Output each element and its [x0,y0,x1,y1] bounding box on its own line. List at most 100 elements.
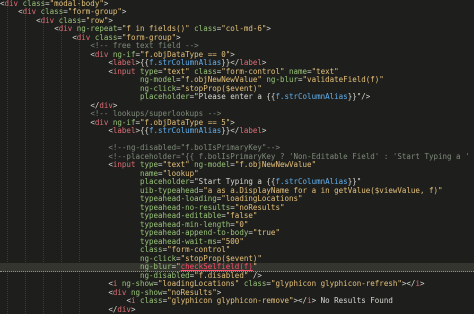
code-line[interactable]: <div class="form-group"> [0,34,474,42]
code-token: "loadingLocations" [158,280,240,289]
code-token: }} [221,127,231,136]
code-token: "f in fields()" [121,25,190,34]
code-token: ng-disabled [139,271,190,280]
code-token: typeahead-no-results [139,203,231,212]
code-token: {{ [139,59,150,68]
code-token: div [94,50,109,59]
code-token: "col-md-6" [221,25,267,34]
code-line[interactable]: <!--placeholder="{{ f.bolIsPrimaryKey ? … [0,153,474,161]
code-line[interactable]: typeahead-min-length="0" [0,221,474,229]
code-line[interactable]: <!-- free text field --> [0,42,474,50]
code-token: ng-show [117,280,154,289]
code-line[interactable]: placeholder="Start Typing a {{f.strColum… [0,178,474,186]
code-token: "0" [234,220,249,229]
code-token: "500" [221,237,244,246]
code-line[interactable]: ng-model="f.objNewNewValue" ng-blur="val… [0,76,474,84]
code-token: > [230,50,235,59]
code-token: "lookup" [162,169,199,178]
code-line[interactable]: <label>{{f.strColumnAlias}}</label> [0,127,474,135]
code-token: typeahead-append-to-body [139,229,249,238]
code-line[interactable]: <label>{{f.strColumnAlias}}</label> [0,59,474,67]
code-token: <!--placeholder="{{ f.bolIsPrimaryKey ? … [108,152,470,161]
code-token: {{ [139,127,150,136]
code-token: No Results Found [316,297,393,306]
code-token: type [135,67,159,76]
code-line[interactable]: ng-click="stopProp($event)" [0,255,474,263]
code-token: > [261,59,267,68]
code-token: typeahead-wait-ms [139,237,217,246]
code-line[interactable]: <!--ng-disabled="f.bolIsPrimaryKey"--> [0,144,474,152]
code-line[interactable]: </div> [0,306,474,314]
code-line[interactable]: <i ng-show="loadingLocations" class="gly… [0,280,474,288]
code-token: </ [90,101,100,110]
code-line[interactable]: <div class="modal-body"> [0,0,474,8]
code-token: /> [361,93,371,102]
code-token: "text" [162,161,190,170]
code-line[interactable]: <div class="form-group"> [0,8,474,16]
code-line[interactable]: name="lookup" [0,170,474,178]
code-token: "text" [162,67,190,76]
code-token: class [36,8,64,17]
code-line[interactable] [0,136,474,144]
code-line[interactable]: typeahead-no-results="noResults" [0,204,474,212]
code-line[interactable]: <div class="row"> [0,17,474,25]
code-token: "form-control" [221,67,285,76]
code-line[interactable]: typeahead-append-to-body="true" [0,229,474,237]
code-token: "false" [225,212,258,221]
code-token: class [135,297,163,306]
code-token: > [266,25,271,34]
code-line[interactable]: class="form-control" [0,246,474,254]
code-line[interactable]: <input type="text" class="form-control" … [0,68,474,76]
code-token: input [112,67,136,76]
code-token: "text" [311,67,339,76]
code-token: > [419,280,425,289]
code-token: "f.objNewNewValue" [180,76,262,85]
code-line[interactable]: <!-- lookups/superlookups --> [0,110,474,118]
code-line[interactable]: <div ng-repeat="f in fields()" class="co… [0,25,474,33]
code-line[interactable]: ng-click="stopProp($event)" [0,85,474,93]
code-line[interactable]: <div ng-if="f.objDataType == 0"> [0,51,474,59]
code-token: class [189,67,217,76]
code-line[interactable]: <div ng-show="noResults"> [0,289,474,297]
code-line[interactable]: </div> [0,102,474,110]
code-editor[interactable]: <div class="modal-body"> <div class="for… [0,0,474,314]
code-token: <!-- lookups/superlookups --> [90,110,222,119]
code-line[interactable]: typeahead-editable="false" [0,212,474,220]
code-line[interactable]: <i class="glyphicon glyphicon-remove"></… [0,297,474,305]
code-token: class [139,246,163,255]
code-line[interactable]: ng-blur="checkSelfield(f)" [0,263,474,272]
code-line[interactable]: <input type="text" ng-model="f.objNewNew… [0,161,474,169]
code-line[interactable]: placeholder="Please enter a {{f.strColum… [0,93,474,101]
code-token: class [54,16,82,25]
code-token: label [112,59,136,68]
code-line[interactable]: ng-disabled="f.disabled" /> [0,272,474,280]
code-token: div [76,33,91,42]
code-token: div [99,101,113,110]
code-token: > [103,0,109,8]
code-line[interactable]: typeahead-wait-ms="500" [0,238,474,246]
code-token: </ [230,59,240,68]
code-token: > [176,33,181,42]
code-token: > [112,101,118,110]
code-line[interactable]: typeahead-loading="loadingLocations" [0,195,474,203]
code-line[interactable]: uib-typeahead="a as a.DisplayName for a … [0,187,474,195]
code-line[interactable]: <div ng-if="f.objDataType == 5"> [0,119,474,127]
code-token: }} [221,59,231,68]
